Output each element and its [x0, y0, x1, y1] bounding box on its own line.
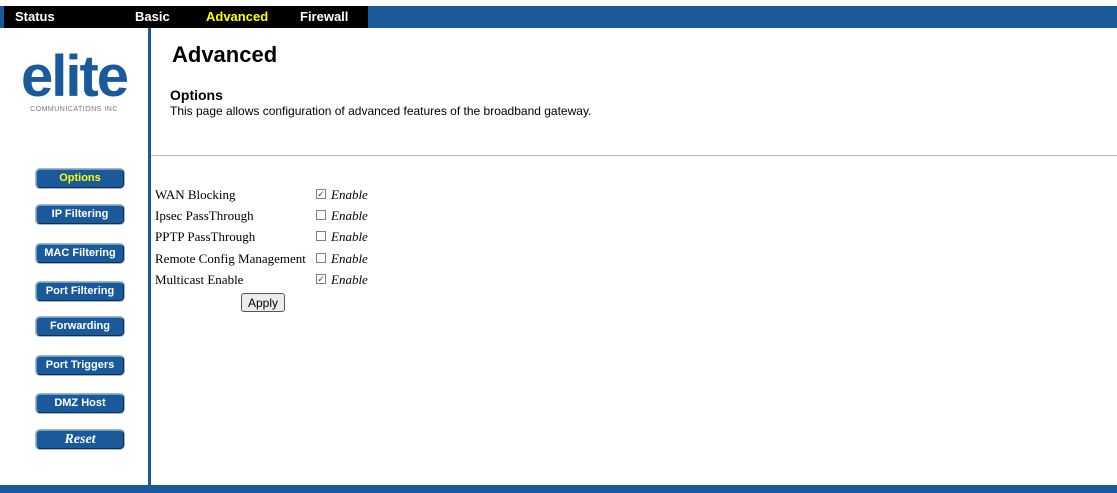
multicast-enable-checkbox[interactable]: ✓	[316, 274, 326, 284]
enable-label: Enable	[331, 272, 368, 287]
apply-button[interactable]: Apply	[241, 293, 285, 312]
option-label: WAN Blocking	[155, 187, 236, 202]
enable-label: Enable	[331, 187, 368, 202]
sidebar-item-dmz-host[interactable]: DMZ Host	[36, 394, 124, 413]
remote-config-management-checkbox[interactable]	[316, 253, 326, 263]
nav-advanced[interactable]: Advanced	[206, 9, 268, 24]
nav-firewall[interactable]: Firewall	[300, 9, 348, 24]
nav-status[interactable]: Status	[15, 9, 55, 24]
sidebar-item-ip-filtering[interactable]: IP Filtering	[36, 205, 124, 224]
nav-basic[interactable]: Basic	[135, 9, 170, 24]
option-label: Ipsec PassThrough	[155, 208, 254, 223]
enable-label: Enable	[331, 251, 368, 266]
logo: elite COMMUNICATIONS INC	[2, 44, 146, 120]
option-label: Multicast Enable	[155, 272, 244, 287]
enable-label: Enable	[331, 229, 368, 244]
section-title: Options	[170, 87, 223, 103]
divider	[151, 155, 1117, 156]
bottom-bar	[0, 485, 1117, 493]
sidebar-item-reset[interactable]: Reset	[36, 430, 124, 449]
page-title: Advanced	[172, 42, 278, 67]
logo-wordmark: elite	[20, 44, 129, 109]
top-nav: Status Basic Advanced Firewall	[4, 6, 368, 28]
ipsec-passthrough-checkbox[interactable]	[316, 210, 326, 220]
sidebar-item-port-filtering[interactable]: Port Filtering	[36, 282, 124, 301]
section-description: This page allows configuration of advanc…	[170, 104, 592, 118]
sidebar-item-mac-filtering[interactable]: MAC Filtering	[36, 244, 124, 263]
enable-label: Enable	[331, 208, 368, 223]
wan-blocking-checkbox[interactable]: ✓	[316, 189, 326, 199]
sidebar-item-options[interactable]: Options	[36, 169, 124, 188]
sidebar-item-port-triggers[interactable]: Port Triggers	[36, 356, 124, 375]
pptp-passthrough-checkbox[interactable]	[316, 231, 326, 241]
option-label: Remote Config Management	[155, 251, 306, 266]
option-label: PPTP PassThrough	[155, 229, 256, 244]
sidebar-divider	[148, 28, 151, 485]
sidebar-item-forwarding[interactable]: Forwarding	[36, 317, 124, 336]
